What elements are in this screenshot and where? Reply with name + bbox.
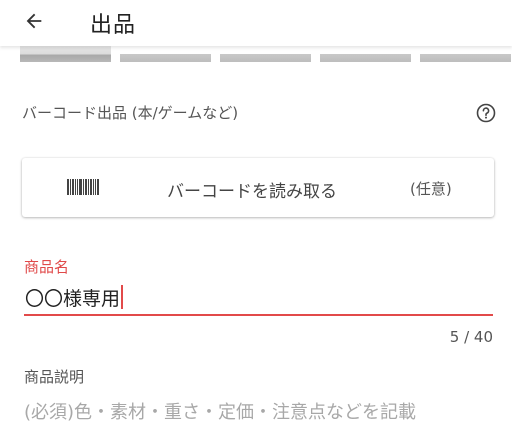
photo-thumbnail[interactable]	[220, 46, 311, 62]
photo-thumbnail-strip	[0, 46, 512, 62]
photo-thumbnail[interactable]	[320, 46, 411, 62]
product-name-input[interactable]: 〇〇様専用	[24, 282, 493, 316]
arrow-left-icon	[26, 13, 42, 29]
back-button[interactable]	[14, 4, 54, 38]
barcode-scan-button[interactable]: バーコードを読み取る (任意)	[22, 158, 494, 217]
product-name-label: 商品名	[24, 258, 70, 276]
app-bar: 出品	[0, 0, 512, 46]
barcode-scan-label: バーコードを読み取る	[167, 182, 337, 202]
page-title: 出品	[90, 13, 137, 38]
text-caret	[121, 285, 124, 309]
barcode-section-label: バーコード出品 (本/ゲームなど)	[22, 104, 239, 122]
question-circle-icon	[476, 103, 496, 123]
product-name-value: 〇〇様専用	[25, 288, 121, 310]
optional-label: (任意)	[410, 180, 452, 198]
photo-thumbnail[interactable]	[120, 46, 211, 62]
photo-thumbnail[interactable]	[420, 46, 511, 62]
description-input[interactable]: (必須)色・素材・重さ・定価・注意点などを記載	[24, 398, 416, 424]
barcode-icon	[67, 179, 99, 195]
help-button[interactable]	[475, 102, 497, 124]
description-label: 商品説明	[24, 368, 85, 386]
character-counter: 5 / 40	[449, 328, 493, 346]
photo-thumbnail[interactable]	[20, 46, 111, 62]
